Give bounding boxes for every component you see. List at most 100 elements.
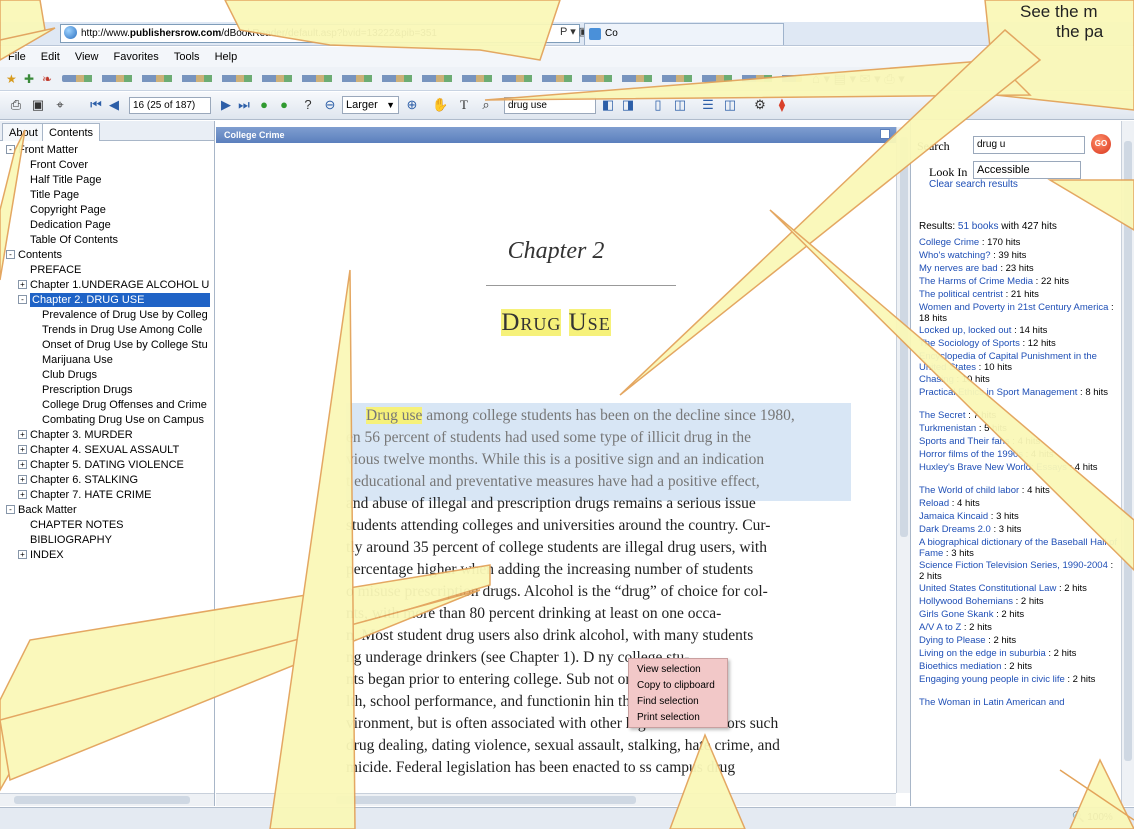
ctx-view-selection[interactable]: View selection [637,663,701,677]
result-title-link[interactable]: Living on the edge in suburbia [919,648,1046,659]
settings-icon[interactable]: ⚙ [752,97,768,113]
ctx-find-selection[interactable]: Find selection [637,695,699,709]
hand-tool-icon[interactable]: ✋ [432,97,448,113]
toc-item[interactable]: Onset of Drug Use by College Stu [42,338,210,352]
toc-item[interactable]: Chapter 3. MURDER [30,428,210,442]
result-item[interactable]: Women and Poverty in 21st Century Americ… [919,302,1119,324]
toc-item[interactable]: Copyright Page [30,203,210,217]
zoom-level[interactable]: 🔍 100% [1072,812,1113,823]
collapse-icon[interactable]: - [18,295,27,304]
clear-results-link[interactable]: Clear search results [929,179,1018,190]
result-item[interactable]: Sports and Their fans : 4 hits [919,436,1119,447]
result-title-link[interactable]: Women and Poverty in 21st Century Americ… [919,302,1108,313]
browser-tab[interactable]: Co [584,23,784,45]
result-item[interactable]: Reload : 4 hits [919,498,1119,509]
result-title-link[interactable]: The Secret [919,410,965,421]
menu-favorites[interactable]: Favorites [114,51,159,63]
menu-file[interactable]: File [8,51,26,63]
ctx-print-selection[interactable]: Print selection [637,711,700,725]
zoom-out-icon[interactable]: ⊖ [322,97,338,113]
result-item[interactable]: Horror films of the 1990s : 4 hits [919,449,1119,460]
toc-item[interactable]: CHAPTER NOTES [30,518,210,532]
last-page-icon[interactable]: ⏭ [236,97,252,113]
result-item[interactable]: The political centrist : 21 hits [919,289,1119,300]
result-item[interactable]: My nerves are bad : 23 hits [919,263,1119,274]
toc-item[interactable]: Club Drugs [42,368,210,382]
result-item[interactable]: Locked up, locked out : 14 hits [919,325,1119,336]
expand-icon[interactable]: + [18,550,27,559]
menu-edit[interactable]: Edit [41,51,60,63]
result-item[interactable]: A/V A to Z : 2 hits [919,622,1119,633]
facing-icon[interactable]: ◫ [722,97,738,113]
toc-item[interactable]: Table Of Contents [30,233,210,247]
toc-item[interactable]: Combating Drug Use on Campus [42,413,210,427]
toc-item[interactable]: Chapter 6. STALKING [30,473,210,487]
search-vertical-scrollbar[interactable] [1121,121,1134,806]
toc-item[interactable]: Front Matter [18,143,210,157]
result-title-link[interactable]: The World of child labor [919,485,1019,496]
result-title-link[interactable]: Huxley's Brave New World: Essays [919,462,1067,473]
result-item[interactable]: The Sociology of Sports : 12 hits [919,338,1119,349]
go-forward-icon[interactable]: ● [276,97,292,113]
toolbar-search-input[interactable]: drug use [504,97,596,114]
toc-item[interactable]: Dedication Page [30,218,210,232]
feed-icon[interactable]: ❧ [42,72,52,86]
toc-item[interactable]: Trends in Drug Use Among Colle [42,323,210,337]
result-title-link[interactable]: Chasing [919,374,954,385]
menu-tools[interactable]: Tools [174,51,200,63]
result-title-link[interactable]: Engaging young people in civic life [919,674,1065,685]
toc-item[interactable]: Chapter 5. DATING VIOLENCE [30,458,210,472]
viewer-maximize-icon[interactable] [880,129,890,139]
expand-icon[interactable]: + [18,280,27,289]
result-item[interactable]: Girls Gone Skank : 2 hits [919,609,1119,620]
toc-item[interactable]: Prescription Drugs [42,383,210,397]
search-input[interactable]: drug u [973,136,1085,154]
result-title-link[interactable]: Hollywood Bohemians [919,596,1013,607]
menu-view[interactable]: View [75,51,99,63]
first-page-icon[interactable]: ⏮ [88,97,104,113]
toc-item[interactable]: Chapter 1.UNDERAGE ALCOHOL U [30,278,210,292]
toc-item[interactable]: Chapter 4. SEXUAL ASSAULT [30,443,210,457]
result-title-link[interactable]: College Crime [919,237,979,248]
expand-icon[interactable]: + [18,490,27,499]
expand-icon[interactable]: + [18,475,27,484]
panel-toggle-icon[interactable]: ▣ [30,97,46,113]
result-title-link[interactable]: Science Fiction Television Series, 1990-… [919,560,1108,571]
search-prev-icon[interactable]: ◧ [600,97,616,113]
result-item[interactable]: The Woman in Latin American and [919,697,1119,708]
result-item[interactable]: Encyclopedia of Capital Punishment in th… [919,351,1119,373]
result-item[interactable]: Dying to Please : 2 hits [919,635,1119,646]
viewer-horizontal-scrollbar[interactable] [216,793,896,806]
tab-contents[interactable]: Contents [42,123,101,141]
result-item[interactable]: Hollywood Bohemians : 2 hits [919,596,1119,607]
result-item[interactable]: Huxley's Brave New World: Essays : 4 hit… [919,462,1119,473]
page-number-input[interactable]: 16 (25 of 187) [129,97,211,114]
result-title-link[interactable]: The Harms of Crime Media [919,276,1033,287]
toc-item[interactable]: College Drug Offenses and Crime [42,398,210,412]
toc-item[interactable]: Contents [18,248,210,262]
add-favorite-icon[interactable]: ✚ [24,72,34,86]
result-title-link[interactable]: A/V A to Z [919,622,961,633]
collapse-icon[interactable]: - [6,145,15,154]
go-back-icon[interactable]: ● [256,97,272,113]
viewer-vertical-scrollbar[interactable] [896,127,910,793]
result-title-link[interactable]: Dark Dreams 2.0 [919,524,991,535]
next-page-icon[interactable]: ▶ [218,97,234,113]
toc-item[interactable]: Back Matter [18,503,210,517]
result-item[interactable]: The Harms of Crime Media : 22 hits [919,276,1119,287]
result-title-link[interactable]: Horror films of the 1990s [919,449,1023,460]
favorites-star-icon[interactable]: ★ [6,72,17,86]
result-item[interactable]: Living on the edge in suburbia : 2 hits [919,648,1119,659]
result-item[interactable]: United States Constitutional Law : 2 hit… [919,583,1119,594]
zoom-in-icon[interactable]: ⊕ [404,97,420,113]
command-bar-icons[interactable]: ⌂ ▾ ▤ ▾ ✉ ▾ ⎙ ▾ [812,71,905,87]
toc-item[interactable]: INDEX [30,548,210,562]
ctx-copy-clipboard[interactable]: Copy to clipboard [637,679,715,693]
result-title-link[interactable]: United States Constitutional Law [919,583,1056,594]
result-item[interactable]: Practical Ethics in Sport Management : 8… [919,387,1119,398]
menu-help[interactable]: Help [215,51,238,63]
toc-horizontal-scrollbar[interactable] [0,793,214,806]
result-title-link[interactable]: Girls Gone Skank [919,609,993,620]
result-title-link[interactable]: Who's watching? [919,250,991,261]
tab-about[interactable]: About [2,123,45,141]
